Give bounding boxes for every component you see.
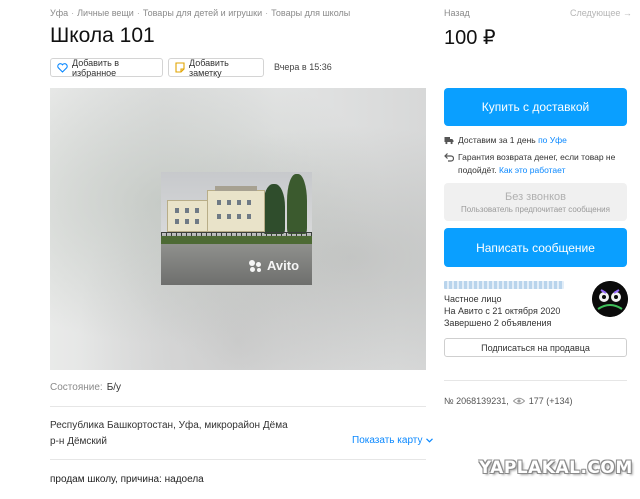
truck-icon [444,137,454,145]
show-map-label: Показать карту [352,435,423,446]
posted-time: Вчера в 15:36 [274,62,332,72]
condition-label: Состояние: [50,382,103,393]
building-shape [167,200,209,232]
listing-stats: № 2068139231, 177 (+134) [444,396,573,406]
condition-value: Б/у [106,382,122,393]
seller-name-redacted[interactable] [444,281,564,289]
page-title: Школа 101 [50,24,155,47]
how-it-works-link[interactable]: Как это работает [499,165,566,175]
seller-completed: Завершено 2 объявления [444,318,552,328]
no-calls-title: Без звонков [504,190,567,203]
delivery-info: Доставим за 1 день по Уфе [444,134,634,147]
seller-since: На Авито с 21 октября 2020 [444,306,561,316]
subscribe-label: Подписаться на продавца [481,342,590,353]
delivery-city-link[interactable]: по Уфе [538,135,567,145]
tree-shape [287,174,307,234]
listing-photo[interactable]: Avito [161,172,312,285]
breadcrumb-separator: · [71,8,75,18]
show-map-link[interactable]: Показать карту [352,435,434,446]
breadcrumb-item-personal[interactable]: Личные вещи [77,8,134,18]
buy-button-label: Купить с доставкой [481,100,590,114]
condition: Состояние: Б/у [50,382,121,393]
building-shape [207,190,265,232]
subscribe-to-seller-button[interactable]: Подписаться на продавца [444,338,627,357]
add-note-button[interactable]: Добавить заметку [168,57,264,78]
no-calls-subtitle: Пользователь предпочитает сообщения [461,204,610,214]
avito-watermark-text: Avito [267,258,300,273]
add-note-label: Добавить заметку [189,57,229,78]
price: 100 ₽ [444,27,496,49]
breadcrumb-separator: · [265,8,269,18]
site-watermark: YAPLAKAL.COM [479,458,633,478]
breadcrumb: Уфа · Личные вещи · Товары для детей и игруш… [50,8,350,18]
breadcrumb-item-city[interactable]: Уфа [50,8,68,18]
breadcrumb-item-kids[interactable]: Товары для детей и игрушки [143,8,262,18]
next-link[interactable]: Следующее → [570,8,632,18]
breadcrumb-item-school[interactable]: Товары для школы [271,8,350,18]
eye-icon [512,397,525,405]
return-arrow-icon [444,153,454,162]
avatar[interactable] [592,281,628,317]
avatar-image [592,281,628,317]
description: продам школу, причина: надоела [50,474,204,485]
add-to-favorites-label: Добавить в избранное [72,57,120,78]
address-line: Республика Башкортостан, Уфа, микрорайон… [50,420,288,431]
photo-gallery[interactable]: Avito [50,88,426,370]
chevron-down-icon [426,438,434,443]
divider [50,459,426,460]
write-message-button[interactable]: Написать сообщение [444,228,627,267]
no-calls-notice: Без звонков Пользователь предпочитает со… [444,183,627,221]
add-to-favorites-button[interactable]: Добавить в избранное [50,57,163,78]
note-icon [175,62,185,73]
avito-watermark: Avito [249,258,299,273]
guarantee-info: Гарантия возврата денег, если товар не п… [444,151,634,177]
delivery-text: Доставим за 1 день [458,135,539,145]
tree-shape [263,184,285,234]
listing-id: № 2068139231, [444,396,509,406]
heart-icon [57,62,68,73]
buy-with-delivery-button[interactable]: Купить с доставкой [444,88,627,126]
write-message-label: Написать сообщение [476,240,595,255]
divider [444,380,627,381]
back-link[interactable]: Назад [444,8,470,18]
avito-logo-icon [249,259,263,272]
district-line: р-н Дёмский [50,436,107,447]
divider [50,406,426,407]
breadcrumb-separator: · [136,8,140,18]
seller-type: Частное лицо [444,294,502,304]
view-count: 177 (+134) [528,396,573,406]
